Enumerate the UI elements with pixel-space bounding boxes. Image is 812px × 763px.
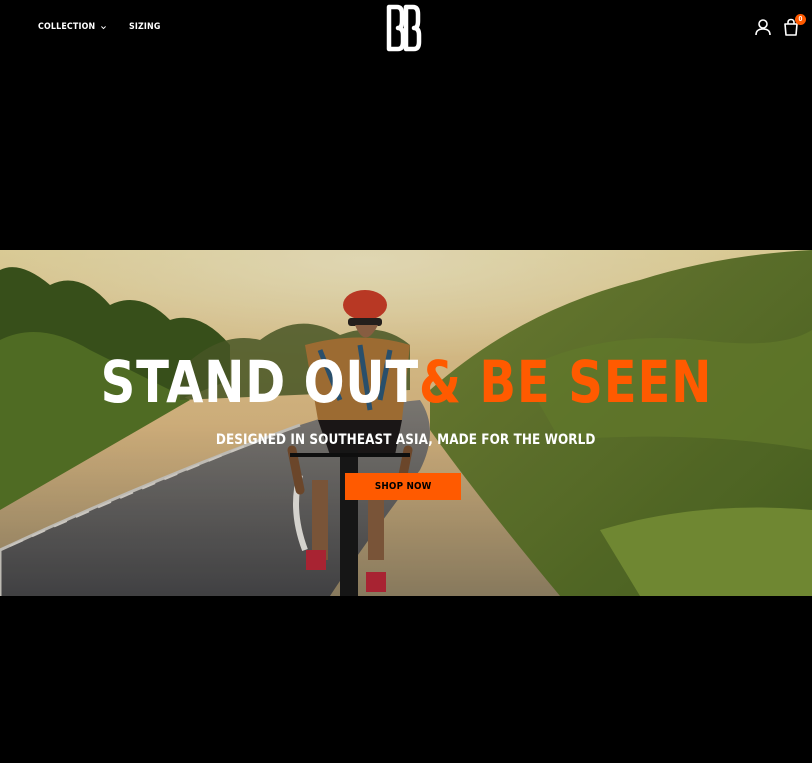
hero-banner: STAND OUT & BE SEEN DESIGNED IN SOUTHEAS… bbox=[0, 250, 812, 596]
hero-title-orange: & BE SEEN bbox=[418, 348, 712, 416]
hero-subtitle-text: DESIGNED IN SOUTHEAST ASIA, MADE FOR THE… bbox=[216, 432, 596, 448]
nav-item-sizing[interactable]: SIZING bbox=[129, 22, 165, 32]
main-nav: COLLECTION SIZING bbox=[38, 22, 165, 32]
shop-now-label[interactable]: SHOP NOW bbox=[375, 481, 432, 492]
shop-now-button[interactable]: SHOP NOW bbox=[345, 473, 461, 500]
chevron-down-icon bbox=[101, 25, 107, 29]
site-header: COLLECTION SIZING 0 bbox=[0, 0, 812, 56]
cart-count-badge: 0 bbox=[795, 14, 806, 25]
hero-background-image bbox=[0, 250, 812, 596]
nav-label-collection[interactable]: COLLECTION bbox=[38, 22, 95, 32]
hero-title: STAND OUT & BE SEEN bbox=[0, 348, 812, 416]
bb-logo-icon[interactable] bbox=[386, 4, 422, 52]
hero-title-white: STAND OUT bbox=[100, 348, 419, 416]
nav-label-sizing[interactable]: SIZING bbox=[129, 22, 161, 32]
hero-subtitle: DESIGNED IN SOUTHEAST ASIA, MADE FOR THE… bbox=[0, 429, 812, 448]
cart-button[interactable]: 0 bbox=[782, 14, 806, 36]
nav-item-collection[interactable]: COLLECTION bbox=[38, 22, 107, 32]
account-button[interactable] bbox=[754, 18, 772, 36]
header-actions: 0 bbox=[754, 14, 806, 36]
user-icon bbox=[755, 19, 771, 36]
